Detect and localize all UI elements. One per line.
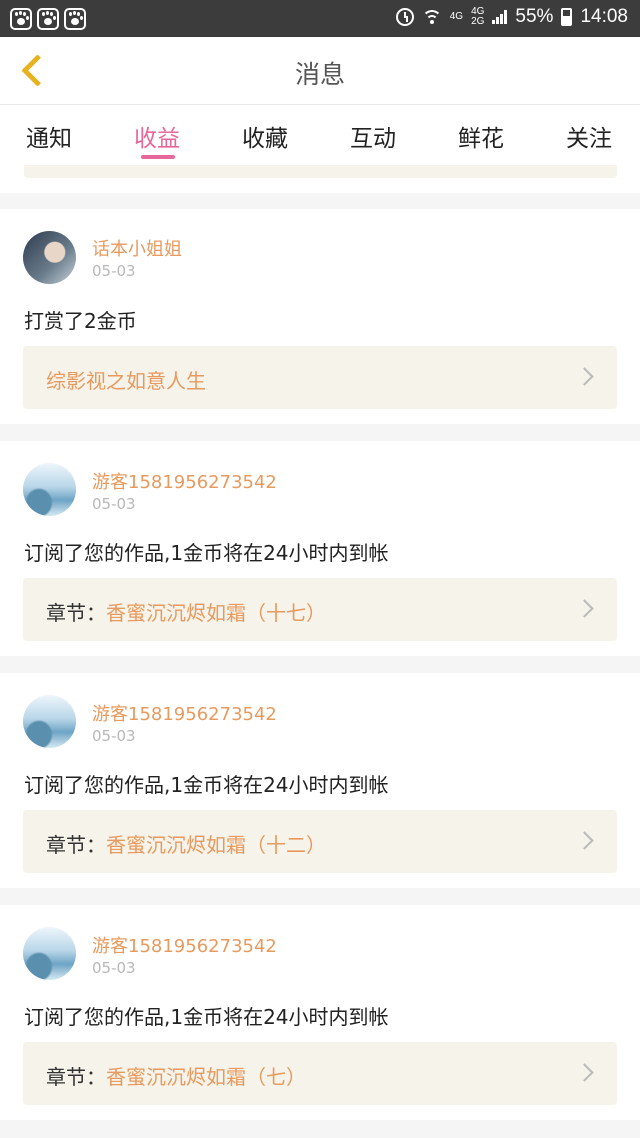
paw-app-icon [64,8,86,30]
status-bar: 4G 4G 2G 55% 14:08 [0,0,640,37]
avatar[interactable] [23,927,76,980]
message-card: 游客1581956273542 05-03 订阅了您的作品,1金币将在24小时内… [0,905,640,1120]
message-date: 05-03 [92,727,136,745]
avatar[interactable] [23,463,76,516]
message-text: 订阅了您的作品,1金币将在24小时内到帐 [24,1005,389,1029]
link-prefix: 章节： [46,833,106,857]
page-title: 消息 [294,60,345,89]
message-date: 05-03 [92,959,136,977]
chapter-title: 香蜜沉沉烬如霜（十二） [106,833,326,857]
chevron-right-icon [575,831,594,850]
chevron-right-icon [575,1063,594,1082]
chapter-link[interactable]: 章节：香蜜沉沉烬如霜（七） [23,1042,617,1105]
message-date: 05-03 [92,495,136,513]
alarm-icon [395,8,414,26]
paw-app-icon [10,8,32,30]
clock: 14:08 [580,6,628,27]
notification-icons [10,8,86,30]
work-title: 综影视之如意人生 [46,369,206,393]
user-name[interactable]: 游客1581956273542 [92,468,277,494]
tab-notifications[interactable]: 通知 [26,119,72,153]
network-label: 4G [449,11,464,22]
tab-bar: 通知 收益 收藏 互动 鲜花 关注 [0,105,640,165]
message-text: 打赏了2金币 [24,309,137,333]
signal-icon [492,10,508,24]
tab-favorites[interactable]: 收藏 [242,119,288,153]
chapter-link[interactable]: 章节：香蜜沉沉烬如霜（十二） [23,810,617,873]
message-text: 订阅了您的作品,1金币将在24小时内到帐 [24,541,389,565]
message-text: 订阅了您的作品,1金币将在24小时内到帐 [24,773,389,797]
message-date: 05-03 [92,262,136,280]
message-card: 游客1581956273542 05-03 订阅了您的作品,1金币将在24小时内… [0,441,640,656]
list-item-partial [0,165,640,193]
user-name[interactable]: 游客1581956273542 [92,932,277,958]
chapter-title: 香蜜沉沉烬如霜（十七） [106,601,326,625]
tab-follows[interactable]: 关注 [566,119,612,153]
avatar[interactable] [23,231,76,284]
chevron-right-icon [575,599,594,618]
link-prefix: 章节： [46,1065,106,1089]
chevron-right-icon [575,367,594,386]
work-link[interactable]: 综影视之如意人生 [23,346,617,409]
wifi-icon [421,8,442,26]
chapter-link[interactable]: 章节：香蜜沉沉烬如霜（十七） [23,578,617,641]
paw-app-icon [37,8,59,30]
app-header: 消息 [0,37,640,105]
tab-interactions[interactable]: 互动 [350,119,396,153]
avatar[interactable] [23,695,76,748]
tab-earnings[interactable]: 收益 [134,119,180,153]
active-tab-indicator [141,155,175,159]
user-name[interactable]: 游客1581956273542 [92,700,277,726]
message-card: 话本小姐姐 05-03 打赏了2金币 综影视之如意人生 [0,209,640,424]
chapter-title: 香蜜沉沉烬如霜（七） [106,1065,306,1089]
link-prefix: 章节： [46,601,106,625]
battery-percent: 55% [515,6,554,27]
message-card: 游客1581956273542 05-03 订阅了您的作品,1金币将在24小时内… [0,673,640,888]
user-name[interactable]: 话本小姐姐 [92,235,182,261]
battery-icon [561,8,573,26]
tab-flowers[interactable]: 鲜花 [458,119,504,153]
dual-network-label: 4G 2G [471,6,485,27]
